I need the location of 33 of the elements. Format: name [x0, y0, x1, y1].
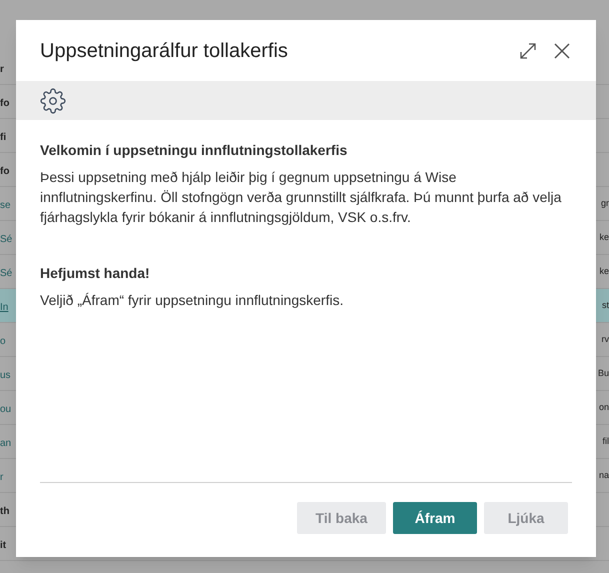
table-cell: se: [0, 200, 11, 210]
table-cell: an: [0, 438, 12, 448]
close-button[interactable]: [552, 40, 572, 60]
section-heading: Velkomin í uppsetningu innflutningstollakerfis: [40, 141, 348, 160]
settings-icon[interactable]: [40, 88, 66, 114]
table-cell-text: ke: [599, 230, 609, 244]
table-cell-text: fil: [602, 434, 609, 448]
table-cell-text: Bu: [598, 366, 609, 380]
table-cell: fo: [0, 166, 10, 176]
table-cell-text: on: [598, 400, 609, 414]
wizard-button[interactable]: Áfram: [393, 502, 477, 534]
table-cell: th: [0, 506, 10, 516]
section-heading: Hefjumst handa!: [40, 264, 151, 283]
table-cell: o: [0, 336, 6, 346]
table-cell: us: [0, 370, 11, 380]
dialog-title: Uppsetningarálfur tollakerfis: [40, 38, 288, 64]
table-cell: r: [0, 64, 4, 74]
table-cell: Sé: [0, 268, 12, 278]
table-cell: ou: [0, 404, 12, 414]
section-text: Þessi uppsetning með hjálp leiðir þig í gegnum uppsetningu á Wise innflutningskerfinu. Öll stofngögn verða grunnstillt sjálfkrafa. Þú munnt þurfa að velja fjárhagslykla fyrir bókanir á innflutningsgjöldum, VSK o.s.frv.: [40, 168, 562, 227]
expand-button[interactable]: [518, 40, 538, 60]
table-cell-text: rv: [602, 332, 609, 346]
table-cell-text: na: [598, 468, 609, 482]
table-cell: In: [0, 302, 8, 312]
table-cell-text: st: [602, 298, 609, 312]
table-cell-text: ke: [599, 264, 609, 278]
table-cell: fi: [0, 132, 6, 142]
table-cell: r: [0, 472, 4, 482]
table-cell: it: [0, 540, 6, 550]
table-cell-text: gr: [600, 196, 609, 210]
section-text: Veljið „Áfram“ fyrir uppsetningu innflutningskerfis.: [40, 291, 344, 310]
table-cell: fo: [0, 98, 10, 108]
table-cell: Sé: [0, 234, 12, 244]
